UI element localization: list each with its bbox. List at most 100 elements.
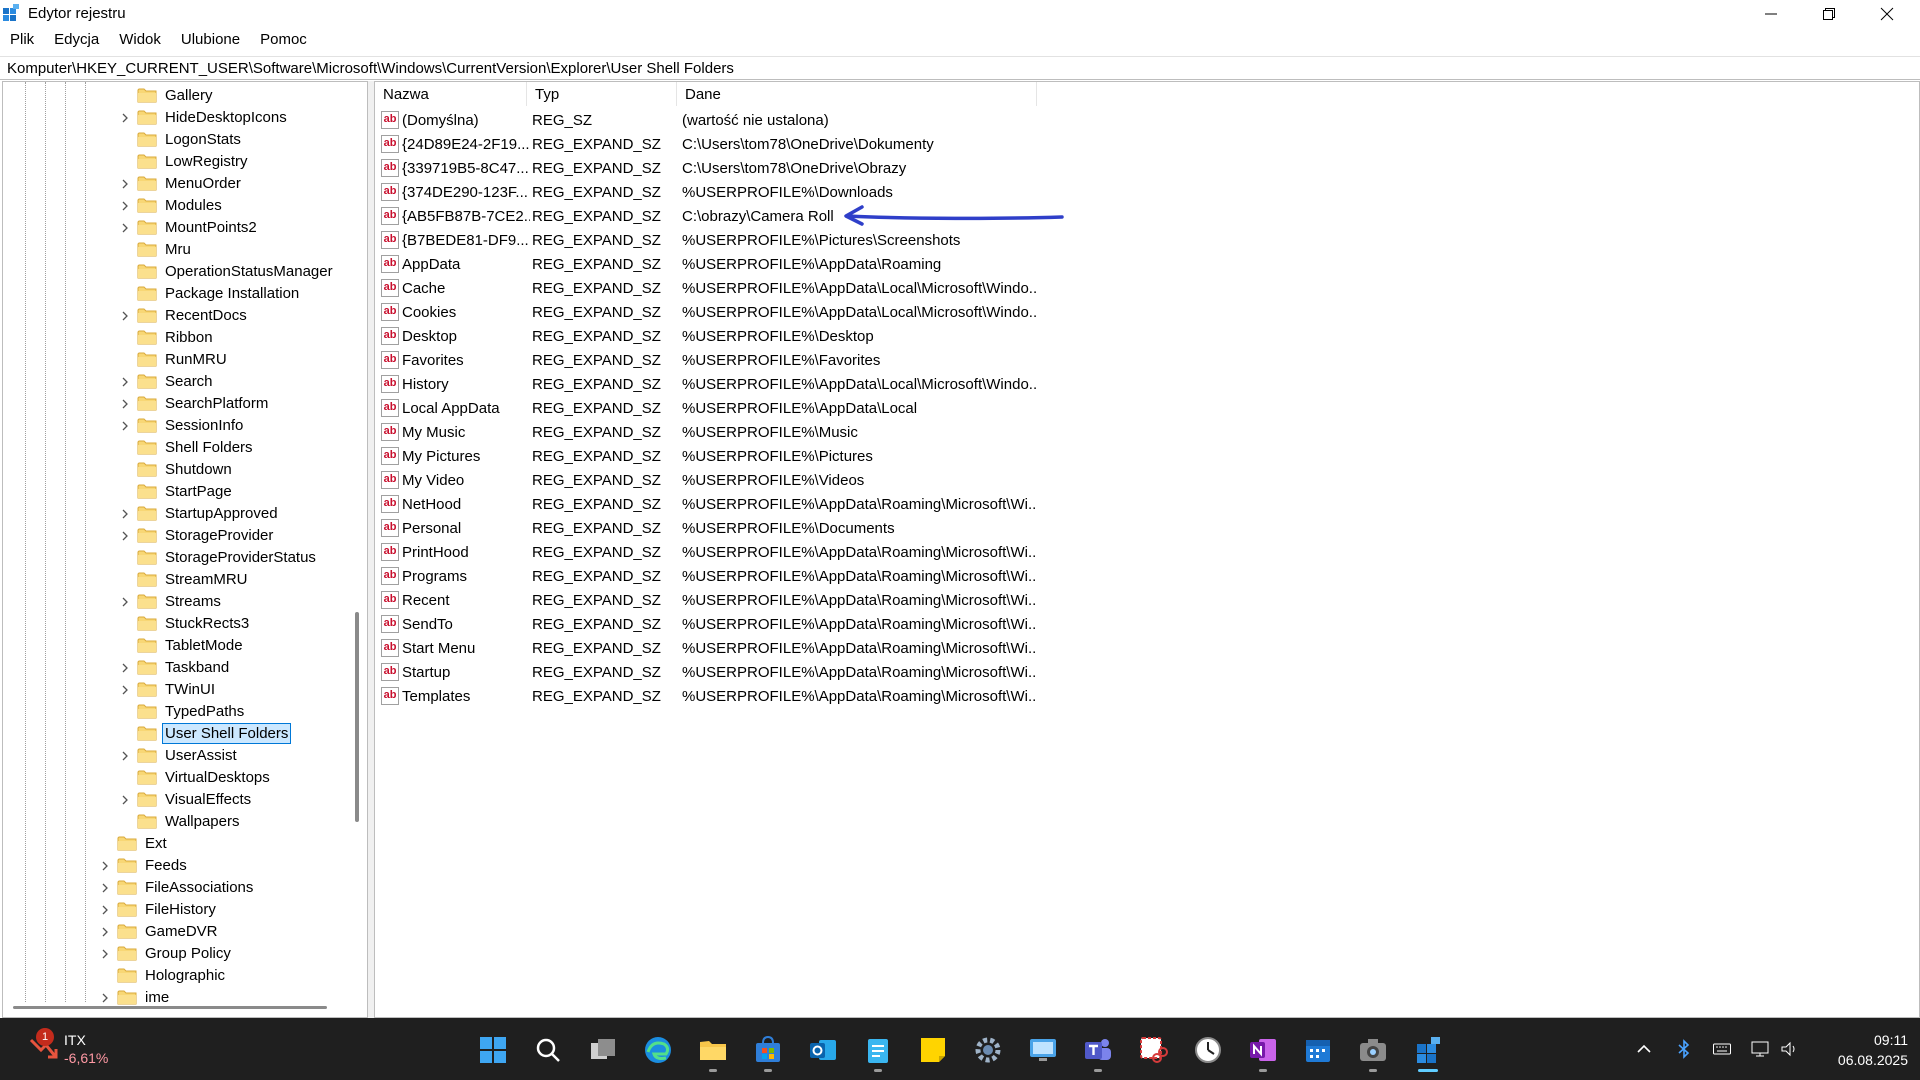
tree-node[interactable]: TabletMode <box>119 634 245 656</box>
expand-chevron-icon[interactable] <box>119 375 131 387</box>
registry-value-row[interactable]: ab Desktop REG_EXPAND_SZ %USERPROFILE%\Desk… <box>375 324 1035 348</box>
tree-node[interactable]: TypedPaths <box>119 700 246 722</box>
taskbar-button[interactable] <box>1078 1030 1118 1072</box>
tree-node[interactable]: UserAssist <box>119 744 239 766</box>
taskbar-button[interactable] <box>528 1030 568 1070</box>
tree-node[interactable]: Modules <box>119 194 224 216</box>
taskbar-button[interactable] <box>583 1030 623 1070</box>
taskbar-button[interactable] <box>1243 1030 1283 1072</box>
tree-node[interactable]: StorageProviderStatus <box>119 546 318 568</box>
tree-node[interactable]: StorageProvider <box>119 524 275 546</box>
tree-node[interactable]: MenuOrder <box>119 172 243 194</box>
expand-chevron-icon[interactable] <box>99 991 111 1003</box>
registry-value-row[interactable]: ab Favorites REG_EXPAND_SZ %USERPROFILE%\Fa… <box>375 348 1035 372</box>
tree-node[interactable]: Gallery <box>119 84 215 106</box>
tree-node[interactable]: MountPoints2 <box>119 216 259 238</box>
column-header-name[interactable]: Nazwa <box>375 82 527 106</box>
registry-value-row[interactable]: ab {339719B5-8C47... REG_EXPAND_SZ C:\Users… <box>375 156 1035 180</box>
tree-vertical-scrollbar[interactable] <box>355 612 359 822</box>
tree-node[interactable]: Group Policy <box>99 942 233 964</box>
tree-horizontal-scrollbar[interactable] <box>13 1006 327 1009</box>
tree-node[interactable]: GameDVR <box>99 920 220 942</box>
bluetooth-icon[interactable] <box>1672 1038 1696 1060</box>
registry-value-row[interactable]: ab AppData REG_EXPAND_SZ %USERPROFILE%\AppD… <box>375 252 1035 276</box>
tree-node[interactable]: Shell Folders <box>119 436 255 458</box>
menu-view[interactable]: Widok <box>109 29 171 53</box>
menu-help[interactable]: Pomoc <box>250 29 317 53</box>
menu-favorites[interactable]: Ulubione <box>171 29 250 53</box>
registry-value-row[interactable]: ab Programs REG_EXPAND_SZ %USERPROFILE%\App… <box>375 564 1037 588</box>
registry-value-row[interactable]: ab Startup REG_EXPAND_SZ %USERPROFILE%\AppD… <box>375 660 1037 684</box>
key-tree[interactable]: Gallery HideDesktopIcons LogonStats LowRegi… <box>2 81 368 1018</box>
tree-node[interactable]: Feeds <box>99 854 189 876</box>
clock[interactable]: 09:11 06.08.2025 <box>1808 1030 1908 1070</box>
registry-value-row[interactable]: ab History REG_EXPAND_SZ %USERPROFILE%\AppD… <box>375 372 1037 396</box>
tree-node[interactable]: User Shell Folders <box>119 722 292 744</box>
expand-chevron-icon[interactable] <box>119 309 131 321</box>
tree-node[interactable]: Wallpapers <box>119 810 241 832</box>
taskbar-button[interactable] <box>803 1030 843 1070</box>
expand-chevron-icon[interactable] <box>119 419 131 431</box>
registry-value-row[interactable]: ab My Video REG_EXPAND_SZ %USERPROFILE%\Vid… <box>375 468 1035 492</box>
tree-node[interactable]: Holographic <box>99 964 227 986</box>
address-bar[interactable]: Komputer\HKEY_CURRENT_USER\Software\Micr… <box>0 56 1920 80</box>
tree-node[interactable]: Taskband <box>119 656 231 678</box>
show-hidden-icons-button[interactable] <box>1632 1038 1656 1060</box>
expand-chevron-icon[interactable] <box>99 925 111 937</box>
tree-node[interactable]: LogonStats <box>119 128 243 150</box>
network-icon[interactable] <box>1748 1038 1772 1060</box>
tree-node[interactable]: SessionInfo <box>119 414 245 436</box>
registry-value-row[interactable]: ab My Pictures REG_EXPAND_SZ %USERPROFILE%\… <box>375 444 1035 468</box>
registry-value-row[interactable]: ab {B7BEDE81-DF9... REG_EXPAND_SZ %USERPROF… <box>375 228 1035 252</box>
taskbar-button[interactable] <box>473 1030 513 1070</box>
tree-node[interactable]: Streams <box>119 590 223 612</box>
tree-node[interactable]: Mru <box>119 238 193 260</box>
expand-chevron-icon[interactable] <box>119 111 131 123</box>
column-header-data[interactable]: Dane <box>677 82 1037 106</box>
tree-node[interactable]: VirtualDesktops <box>119 766 272 788</box>
expand-chevron-icon[interactable] <box>119 793 131 805</box>
taskbar-button[interactable] <box>1408 1030 1448 1072</box>
tree-node[interactable]: LowRegistry <box>119 150 250 172</box>
taskbar-button[interactable] <box>1298 1030 1338 1070</box>
taskbar-button[interactable] <box>913 1030 953 1070</box>
expand-chevron-icon[interactable] <box>119 397 131 409</box>
taskbar-button[interactable] <box>1023 1030 1063 1070</box>
tree-node[interactable]: TWinUI <box>119 678 217 700</box>
expand-chevron-icon[interactable] <box>119 529 131 541</box>
registry-value-row[interactable]: ab Start Menu REG_EXPAND_SZ %USERPROFILE%\A… <box>375 636 1037 660</box>
tree-node[interactable]: Ribbon <box>119 326 215 348</box>
registry-value-row[interactable]: ab Local AppData REG_EXPAND_SZ %USERPROFILE… <box>375 396 1035 420</box>
registry-value-row[interactable]: ab NetHood REG_EXPAND_SZ %USERPROFILE%\AppD… <box>375 492 1037 516</box>
taskbar-button[interactable] <box>1188 1030 1228 1070</box>
tree-node[interactable]: VisualEffects <box>119 788 253 810</box>
expand-chevron-icon[interactable] <box>99 903 111 915</box>
tree-node[interactable]: StuckRects3 <box>119 612 251 634</box>
taskbar-button[interactable] <box>1133 1030 1173 1070</box>
registry-value-row[interactable]: ab Cookies REG_EXPAND_SZ %USERPROFILE%\AppD… <box>375 300 1037 324</box>
restore-button[interactable] <box>1800 0 1858 28</box>
tree-node[interactable]: StartPage <box>119 480 234 502</box>
expand-chevron-icon[interactable] <box>119 177 131 189</box>
menu-edit[interactable]: Edycja <box>44 29 109 53</box>
tree-node[interactable]: OperationStatusManager <box>119 260 335 282</box>
expand-chevron-icon[interactable] <box>119 199 131 211</box>
registry-value-row[interactable]: ab Personal REG_EXPAND_SZ %USERPROFILE%\Doc… <box>375 516 1035 540</box>
column-header-type[interactable]: Typ <box>527 82 677 106</box>
expand-chevron-icon[interactable] <box>99 881 111 893</box>
taskbar-button[interactable] <box>968 1030 1008 1070</box>
taskbar-button[interactable] <box>638 1030 678 1070</box>
expand-chevron-icon[interactable] <box>99 947 111 959</box>
tree-node[interactable]: Ext <box>99 832 169 854</box>
registry-value-row[interactable]: ab (Domyślna) REG_SZ (wartość nie ustalona) <box>375 108 1035 132</box>
tree-node[interactable]: FileHistory <box>99 898 218 920</box>
registry-value-row[interactable]: ab {24D89E24-2F19... REG_EXPAND_SZ C:\Users… <box>375 132 1035 156</box>
expand-chevron-icon[interactable] <box>119 683 131 695</box>
tree-node[interactable]: HideDesktopIcons <box>119 106 289 128</box>
close-button[interactable] <box>1858 0 1916 28</box>
expand-chevron-icon[interactable] <box>119 507 131 519</box>
tree-node[interactable]: RecentDocs <box>119 304 249 326</box>
tree-node[interactable]: Package Installation <box>119 282 301 304</box>
registry-value-row[interactable]: ab PrintHood REG_EXPAND_SZ %USERPROFILE%\Ap… <box>375 540 1037 564</box>
taskbar-button[interactable] <box>693 1030 733 1072</box>
